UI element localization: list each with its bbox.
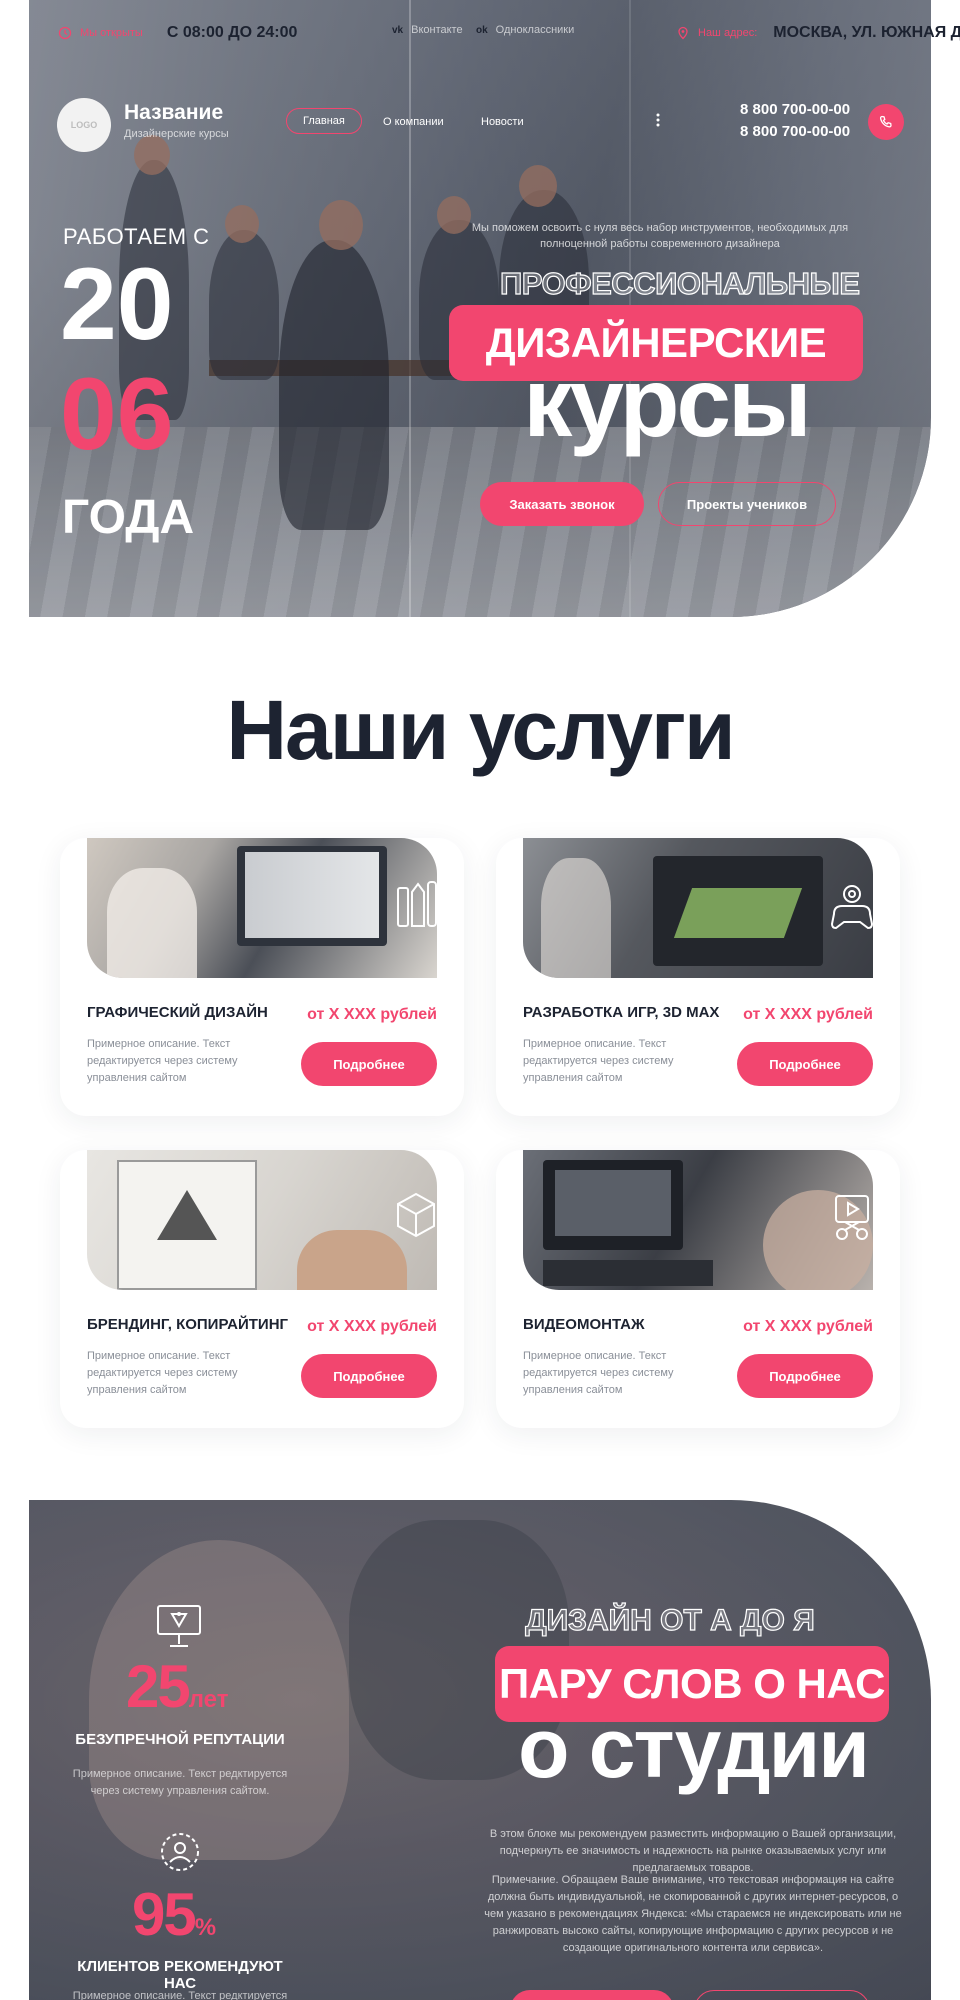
service-more-button[interactable]: Подробнее [737, 1042, 873, 1086]
stat-years-label: БЕЗУПРЕЧНОЙ РЕПУТАЦИИ [75, 1731, 285, 1748]
about-paragraph: В этом блоке мы рекомендуем разместить и… [489, 1828, 897, 1874]
since-year-bottom: 06 [60, 357, 174, 471]
service-image [87, 1150, 437, 1290]
service-card-graphic-design: ГРАФИЧЕСКИЙ ДИЗАЙН от Х ХХХ рублей Приме… [60, 838, 464, 1116]
service-price: от Х ХХХ рублей [307, 1006, 437, 1023]
vk-icon: vk [392, 24, 404, 36]
design-tools-icon [397, 881, 437, 927]
service-title: БРЕНДИНГ, КОПИРАЙТИНГ [87, 1316, 289, 1333]
stat-clients-label: КЛИЕНТОВ РЕКОМЕНДУЮТ НАС [77, 1958, 283, 1992]
address-label: Наш адрес: [698, 27, 758, 39]
service-description: Примерное описание. Текст редактируется … [523, 1038, 674, 1084]
service-more-button[interactable]: Подробнее [737, 1354, 873, 1398]
award-person-icon [161, 1833, 199, 1871]
person-head [225, 205, 259, 243]
service-price: от Х ХХХ рублей [307, 1318, 437, 1335]
social-ok-link[interactable]: ok Одноклассники [476, 24, 574, 36]
service-image [523, 838, 873, 978]
brand-subtitle: Дизайнерские курсы [124, 128, 229, 140]
address-value: МОСКВА, УЛ. ЮЖНАЯ Д.8 [773, 24, 960, 41]
service-description: Примерное описание. Текст редактируется … [87, 1350, 238, 1396]
about-pretitle: ДИЗАЙН ОТ А ДО Я [525, 1603, 816, 1637]
service-image [87, 838, 437, 978]
service-card-video-editing: ВИДЕОМОНТАЖ от Х ХХХ рублей Примерное оп… [496, 1150, 900, 1428]
person-image [209, 230, 279, 380]
order-call-button[interactable]: Заказать звонок [480, 482, 644, 526]
phone-call-button[interactable] [868, 104, 904, 140]
hours-value: С 08:00 ДО 24:00 [166, 24, 298, 41]
stat-clients-unit: % [194, 1914, 217, 1941]
glass-divider [409, 0, 411, 617]
phone-number[interactable]: 8 800 700-00-00 [740, 99, 850, 121]
nav-news[interactable]: Новости [481, 116, 524, 128]
stat-clients: 95% [132, 1880, 216, 1949]
stat-years-unit: лет [188, 1686, 229, 1713]
services-title: Наши услуги [226, 683, 735, 777]
stat-years-number: 25 [126, 1653, 191, 1720]
service-card-game-dev: РАЗРАБОТКА ИГР, 3D MAX от Х ХХХ рублей П… [496, 838, 900, 1116]
about-big-title: о студии [518, 1701, 870, 1795]
service-card-branding: БРЕНДИНГ, КОПИРАЙТИНГ от Х ХХХ рублей Пр… [60, 1150, 464, 1428]
about-primary-button[interactable] [510, 1990, 674, 2000]
location-icon [676, 26, 690, 40]
phone-number[interactable]: 8 800 700-00-00 [740, 121, 850, 143]
about-note: Примечание. Обращаем Ваше внимание, что … [484, 1874, 902, 1954]
video-cut-icon [835, 1195, 869, 1240]
design-board-icon [157, 1605, 201, 1647]
service-more-button[interactable]: Подробнее [301, 1042, 437, 1086]
social-vk-link[interactable]: vk Вконтакте [392, 24, 463, 36]
address-info: Наш адрес: МОСКВА, УЛ. ЮЖНАЯ Д.8 [676, 24, 960, 42]
service-price: от Х ХХХ рублей [743, 1318, 873, 1335]
person-head [437, 196, 471, 234]
brand-title[interactable]: Название [124, 101, 223, 125]
phones-block: 8 800 700-00-00 8 800 700-00-00 [740, 99, 850, 143]
service-description: Примерное описание. Текст редактируется … [523, 1350, 674, 1396]
social-ok-label: Одноклассники [495, 24, 575, 36]
service-more-button[interactable]: Подробнее [301, 1354, 437, 1398]
student-projects-button[interactable]: Проекты учеников [658, 482, 836, 526]
stat-years-description: Примерное описание. Текст редктируется ч… [72, 1768, 288, 1797]
service-price: от Х ХХХ рублей [743, 1006, 873, 1023]
about-secondary-button[interactable] [694, 1990, 870, 2000]
service-image [523, 1150, 873, 1290]
logo[interactable]: LOGO [57, 98, 111, 152]
phone-icon [879, 115, 892, 128]
person-head [134, 135, 170, 175]
person-image [279, 240, 389, 530]
since-year-top: 20 [60, 247, 174, 361]
stat-years: 25лет [126, 1652, 228, 1721]
gamepad-gear-icon [830, 885, 874, 930]
service-description: Примерное описание. Текст редактируется … [87, 1038, 238, 1084]
stat-clients-description: Примерное описание. Текст редктируется ч… [72, 1990, 288, 2000]
nav-home[interactable]: Главная [286, 108, 362, 134]
stat-clients-number: 95 [132, 1881, 197, 1948]
person-head [319, 200, 363, 250]
hero-description: Мы поможем освоить с нуля весь набор инс… [471, 222, 849, 250]
hours-info: Мы открыты С 08:00 ДО 24:00 [58, 24, 297, 42]
service-title: ВИДЕОМОНТАЖ [523, 1316, 645, 1333]
social-vk-label: Вконтакте [411, 24, 463, 36]
ok-icon: ok [476, 24, 488, 36]
hours-label: Мы открыты [80, 27, 143, 39]
hero-big-title: курсы [523, 347, 811, 457]
hero-pretitle: ПРОФЕССИОНАЛЬНЫЕ [499, 265, 860, 301]
service-title: РАЗРАБОТКА ИГР, 3D MAX [523, 1004, 720, 1021]
more-menu-icon[interactable] [656, 112, 660, 131]
since-year-word: ГОДА [62, 491, 195, 544]
person-head [519, 165, 557, 207]
clock-icon [58, 26, 72, 40]
nav-about[interactable]: О компании [383, 116, 444, 128]
cube-icon [397, 1192, 435, 1238]
service-title: ГРАФИЧЕСКИЙ ДИЗАЙН [87, 1004, 268, 1021]
